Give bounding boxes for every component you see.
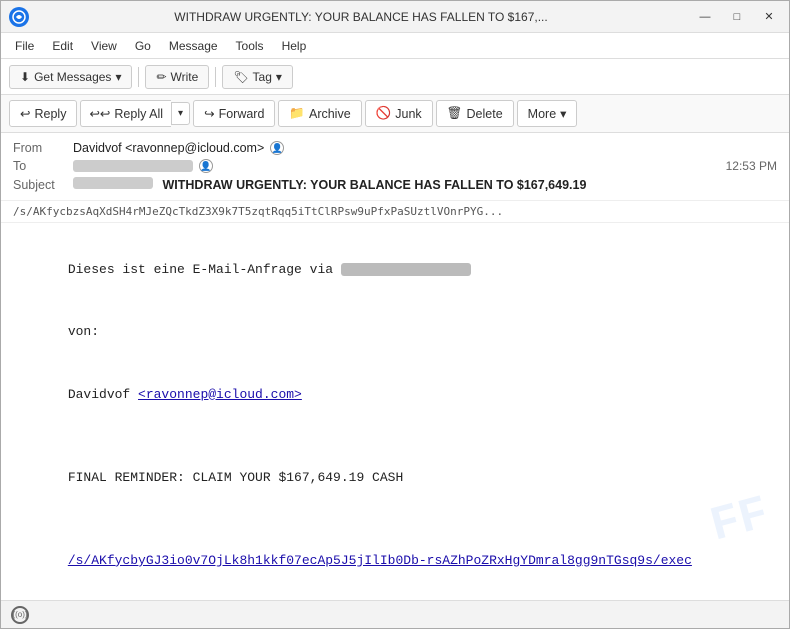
reply-button[interactable]: ↩ Reply xyxy=(9,100,77,127)
statusbar: ((o)) xyxy=(1,600,789,628)
write-icon: ✏ xyxy=(156,70,166,84)
menubar: File Edit View Go Message Tools Help xyxy=(1,33,789,59)
window-controls: — □ ✕ xyxy=(693,8,781,26)
get-messages-button[interactable]: ⬇ Get Messages ▾ xyxy=(9,65,132,89)
tag-button[interactable]: 🏷 Tag ▾ xyxy=(222,65,293,89)
reply-label: Reply xyxy=(34,107,66,121)
subject-value: WITHDRAW URGENTLY: YOUR BALANCE HAS FALL… xyxy=(73,177,777,192)
menu-file[interactable]: File xyxy=(7,37,42,55)
email-body: Dieses ist eine E-Mail-Anfrage via von: … xyxy=(1,223,789,600)
forward-button[interactable]: ↪ Forward xyxy=(193,100,275,127)
to-row: To 👤 12:53 PM xyxy=(13,157,777,175)
more-label: More xyxy=(528,107,556,121)
from-row: From Davidvof <ravonnep@icloud.com> 👤 xyxy=(13,139,777,157)
get-messages-chevron-icon[interactable]: ▾ xyxy=(115,70,121,84)
from-value: Davidvof <ravonnep@icloud.com> 👤 xyxy=(73,141,777,155)
from-label: From xyxy=(13,141,73,155)
get-messages-label: Get Messages xyxy=(34,70,111,84)
url-text: /s/AKfycbzsAqXdSH4rMJeZQcTkdZ3X9k7T5zqtR… xyxy=(13,205,503,218)
subject-text: WITHDRAW URGENTLY: YOUR BALANCE HAS FALL… xyxy=(162,178,586,192)
from-contact-icon[interactable]: 👤 xyxy=(270,141,284,155)
menu-help[interactable]: Help xyxy=(274,37,315,55)
reply-all-dropdown-button[interactable]: ▾ xyxy=(171,102,190,125)
app-icon xyxy=(9,7,29,27)
archive-icon: 📁 xyxy=(289,106,305,121)
junk-button[interactable]: 🚫 Junk xyxy=(365,100,433,127)
to-contact-icon[interactable]: 👤 xyxy=(199,159,213,173)
close-button[interactable]: ✕ xyxy=(757,8,781,26)
toolbar: ⬇ Get Messages ▾ ✏ Write 🏷 Tag ▾ xyxy=(1,59,789,95)
body-line2: von: xyxy=(68,324,99,339)
from-text: Davidvof <ravonnep@icloud.com> xyxy=(73,141,264,155)
menu-edit[interactable]: Edit xyxy=(44,37,81,55)
reply-all-button[interactable]: ↩↩ Reply All xyxy=(80,100,171,127)
menu-message[interactable]: Message xyxy=(161,37,226,55)
body-line3: Davidvof xyxy=(68,387,138,402)
body-blurred1 xyxy=(341,263,471,276)
menu-view[interactable]: View xyxy=(83,37,125,55)
email-window: WITHDRAW URGENTLY: YOUR BALANCE HAS FALL… xyxy=(0,0,790,629)
body-final: FINAL REMINDER: CLAIM YOUR $167,649.19 C… xyxy=(68,470,403,485)
email-address-link[interactable]: <ravonnep@icloud.com> xyxy=(138,387,302,402)
tag-icon: 🏷 xyxy=(233,70,248,84)
more-chevron-icon: ▾ xyxy=(560,106,566,121)
delete-icon: 🗑 xyxy=(447,106,463,121)
to-label: To xyxy=(13,159,73,173)
toolbar-separator-2 xyxy=(215,67,216,87)
reply-all-split-button: ↩↩ Reply All ▾ xyxy=(80,100,190,127)
reply-icon: ↩ xyxy=(20,106,30,121)
minimize-button[interactable]: — xyxy=(693,8,717,26)
to-blurred xyxy=(73,160,193,172)
titlebar: WITHDRAW URGENTLY: YOUR BALANCE HAS FALL… xyxy=(1,1,789,33)
toolbar-separator xyxy=(138,67,139,87)
reply-all-label: Reply All xyxy=(114,107,163,121)
signal-icon: ((o)) xyxy=(12,610,27,619)
url-bar: /s/AKfycbzsAqXdSH4rMJeZQcTkdZ3X9k7T5zqtR… xyxy=(1,201,789,223)
junk-label: Junk xyxy=(395,107,421,121)
forward-icon: ↪ xyxy=(204,106,214,121)
archive-label: Archive xyxy=(309,107,351,121)
tag-label: Tag xyxy=(253,70,272,84)
subject-label: Subject xyxy=(13,178,73,192)
window-title: WITHDRAW URGENTLY: YOUR BALANCE HAS FALL… xyxy=(37,10,685,24)
get-messages-icon: ⬇ xyxy=(20,70,30,84)
delete-label: Delete xyxy=(467,107,503,121)
email-time: 12:53 PM xyxy=(726,159,777,173)
subject-blurred xyxy=(73,177,153,189)
subject-row: Subject WITHDRAW URGENTLY: YOUR BALANCE … xyxy=(13,175,777,194)
menu-tools[interactable]: Tools xyxy=(228,37,272,55)
email-header: From Davidvof <ravonnep@icloud.com> 👤 To… xyxy=(1,133,789,201)
write-label: Write xyxy=(171,70,199,84)
more-button[interactable]: More ▾ xyxy=(517,100,578,127)
archive-button[interactable]: 📁 Archive xyxy=(278,100,361,127)
menu-go[interactable]: Go xyxy=(127,37,159,55)
connection-status-icon: ((o)) xyxy=(11,606,29,624)
write-button[interactable]: ✏ Write xyxy=(145,65,209,89)
to-value: 👤 xyxy=(73,159,726,173)
forward-label: Forward xyxy=(219,107,265,121)
reply-all-icon: ↩↩ xyxy=(89,106,110,121)
actionbar: ↩ Reply ↩↩ Reply All ▾ ↪ Forward 📁 Archi… xyxy=(1,95,789,133)
junk-icon: 🚫 xyxy=(376,106,392,121)
delete-button[interactable]: 🗑 Delete xyxy=(436,100,514,127)
tag-chevron-icon[interactable]: ▾ xyxy=(276,70,282,84)
malicious-link[interactable]: /s/AKfycbyGJ3io0v7OjLk8h1kkf07ecAp5J5jIl… xyxy=(68,553,692,568)
body-line1: Dieses ist eine E-Mail-Anfrage via xyxy=(68,262,341,277)
body-text: Dieses ist eine E-Mail-Anfrage via von: … xyxy=(21,239,769,593)
maximize-button[interactable]: □ xyxy=(725,8,749,26)
